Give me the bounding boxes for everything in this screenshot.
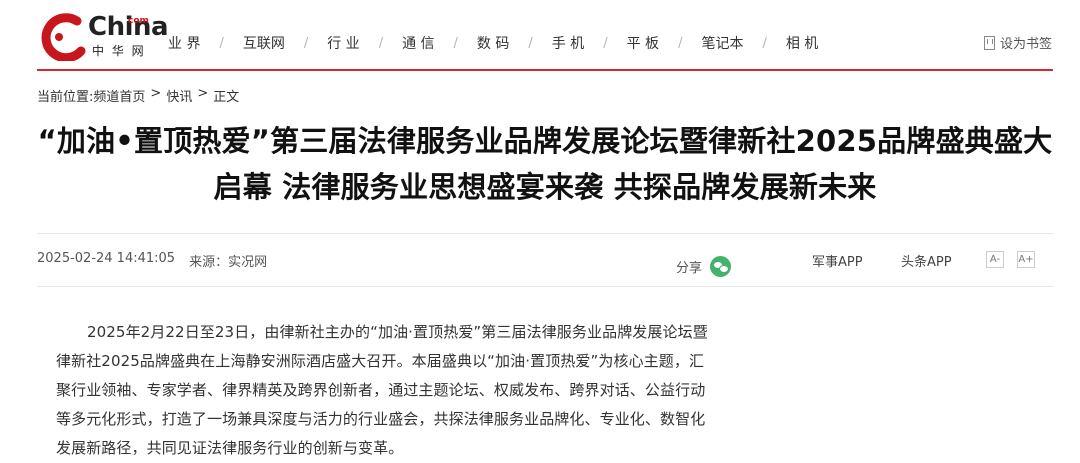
- breadcrumb-prefix: 当前位置:: [37, 90, 94, 105]
- bookmark-button[interactable]: 设为书签: [983, 33, 1052, 52]
- logo-chinese-text: 中 华 网: [92, 44, 146, 58]
- breadcrumb: 当前位置: 频道首页 > 快讯 > 正文: [37, 86, 239, 105]
- logo-com-text: com: [128, 16, 149, 26]
- article-source: 来源：实况网: [189, 255, 268, 270]
- nav-item-industry[interactable]: 业 界: [168, 33, 200, 53]
- top-header: China com 中 华 网 业 界 / 互联网 / 行 业 / 通 信 / …: [0, 0, 1080, 70]
- military-app-link[interactable]: 军事APP: [812, 251, 863, 270]
- bookmark-icon: [983, 35, 995, 50]
- breadcrumb-separator: >: [197, 86, 209, 101]
- nav-separator: /: [678, 35, 683, 51]
- main-nav: 业 界 / 互联网 / 行 业 / 通 信 / 数 码 / 手 机 / 平 板 …: [168, 33, 818, 53]
- article-body-paragraph: 2025年2月22日至23日，由律新社主办的“加油·置顶热爱”第三届法律服务业品…: [56, 323, 708, 457]
- breadcrumb-home[interactable]: 频道首页: [93, 86, 145, 105]
- font-increase-button[interactable]: A+: [1017, 251, 1035, 268]
- title-divider: [37, 233, 1053, 234]
- meta-divider: [37, 286, 1053, 287]
- nav-item-laptop[interactable]: 笔记本: [701, 33, 743, 53]
- share-label: 分享: [676, 261, 703, 276]
- nav-item-internet[interactable]: 互联网: [243, 33, 285, 53]
- breadcrumb-news[interactable]: 快讯: [166, 86, 192, 105]
- nav-separator: /: [378, 35, 384, 51]
- nav-separator: /: [453, 35, 458, 51]
- breadcrumb-separator: >: [150, 86, 162, 101]
- header-divider: [37, 69, 1053, 71]
- article-title: “加油•置顶热爱”第三届法律服务业品牌发展论坛暨律新社2025品牌盛典盛大启幕 …: [37, 124, 1053, 204]
- breadcrumb-current: 正文: [213, 90, 240, 105]
- nav-item-mobile[interactable]: 手 机: [552, 33, 584, 53]
- article-meta: 2025-02-24 14:41:05 来源：实况网: [37, 251, 267, 270]
- toutiao-app-link[interactable]: 头条APP: [901, 251, 952, 270]
- font-decrease-button[interactable]: A-: [986, 251, 1004, 268]
- nav-separator: /: [303, 35, 309, 51]
- nav-separator: /: [603, 35, 608, 51]
- nav-item-tablet[interactable]: 平 板: [627, 33, 659, 53]
- nav-separator: /: [528, 35, 533, 51]
- nav-separator: /: [219, 35, 224, 51]
- nav-item-telecom[interactable]: 通 信: [402, 33, 434, 53]
- bookmark-label: 设为书签: [999, 37, 1052, 52]
- nav-item-camera[interactable]: 相 机: [786, 33, 818, 53]
- nav-item-sector[interactable]: 行 业: [327, 33, 359, 53]
- nav-item-digital[interactable]: 数 码: [477, 33, 509, 53]
- share-section: 分享: [676, 256, 732, 277]
- publish-datetime: 2025-02-24 14:41:05: [37, 251, 176, 266]
- nav-separator: /: [762, 35, 767, 51]
- wechat-icon[interactable]: [710, 256, 732, 277]
